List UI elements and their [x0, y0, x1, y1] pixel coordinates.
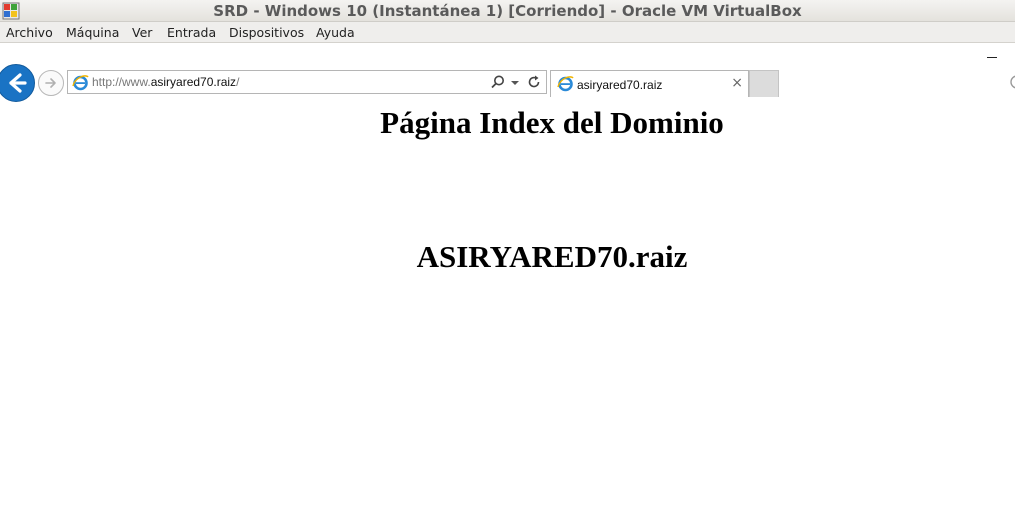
forward-button[interactable] — [38, 70, 64, 96]
page-domain-text: ASIRYARED70.raiz — [416, 239, 688, 274]
gear-icon[interactable] — [1008, 73, 1015, 91]
tab-title: asiryared70.raiz — [577, 78, 663, 92]
tab-asiryared70[interactable]: asiryared70.raiz × — [550, 70, 749, 97]
back-button[interactable] — [0, 64, 35, 102]
internet-explorer-icon — [557, 76, 574, 92]
menu-ayuda[interactable]: Ayuda — [316, 25, 355, 40]
menu-maquina[interactable]: Máquina — [66, 25, 119, 40]
window-titlebar[interactable]: SRD - Windows 10 (Instantánea 1) [Corrie… — [0, 0, 1015, 22]
menubar: Archivo Máquina Ver Entrada Dispositivos… — [0, 22, 1015, 43]
arrow-left-icon — [9, 73, 27, 93]
new-tab-button[interactable] — [749, 70, 779, 97]
address-bar[interactable]: http://www.asiryared70.raiz/ — [67, 70, 547, 94]
url-text: http://www.asiryared70.raiz/ — [92, 75, 240, 89]
chevron-down-icon[interactable] — [510, 74, 520, 90]
page-heading: Página Index del Dominio — [380, 105, 724, 140]
menu-entrada[interactable]: Entrada — [167, 25, 216, 40]
menu-ver[interactable]: Ver — [132, 25, 152, 40]
refresh-icon[interactable] — [526, 74, 542, 90]
close-icon[interactable]: × — [731, 75, 743, 91]
search-icon[interactable] — [490, 74, 506, 90]
minimize-icon[interactable] — [987, 57, 997, 58]
menu-dispositivos[interactable]: Dispositivos — [229, 25, 304, 40]
arrow-right-icon — [45, 78, 56, 88]
guest-screen: http://www.asiryared70.raiz/ asiryared70… — [0, 43, 1015, 514]
menu-archivo[interactable]: Archivo — [6, 25, 53, 40]
internet-explorer-icon — [72, 75, 89, 91]
window-title: SRD - Windows 10 (Instantánea 1) [Corrie… — [213, 2, 802, 20]
